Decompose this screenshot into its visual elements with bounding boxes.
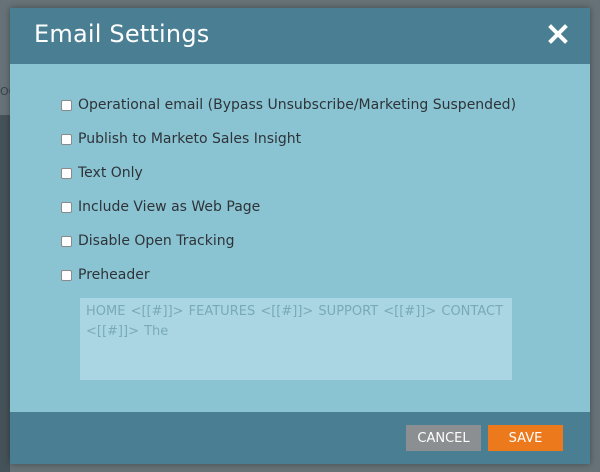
dialog-title: Email Settings [34, 20, 210, 48]
option-label: Publish to Marketo Sales Insight [78, 131, 302, 147]
option-label: Operational email (Bypass Unsubscribe/Ma… [78, 97, 517, 113]
dialog-header: Email Settings [10, 8, 590, 64]
disable-open-tracking-checkbox[interactable] [61, 235, 72, 247]
option-disable-open-tracking[interactable]: Disable Open Tracking [61, 231, 235, 251]
cancel-button[interactable]: CANCEL [406, 425, 481, 451]
option-operational-email[interactable]: Operational email (Bypass Unsubscribe/Ma… [61, 95, 516, 115]
email-settings-dialog: Email Settings Operational email (Bypass… [10, 8, 590, 464]
preheader-checkbox[interactable] [61, 269, 72, 281]
close-icon [548, 24, 568, 44]
dialog-footer: CANCEL SAVE [10, 412, 590, 464]
option-label: Preheader [78, 267, 150, 283]
dialog-body: Operational email (Bypass Unsubscribe/Ma… [10, 64, 590, 412]
option-preheader[interactable]: Preheader [61, 265, 150, 285]
view-as-web-page-checkbox[interactable] [61, 201, 72, 213]
option-label: Include View as Web Page [78, 199, 261, 215]
close-button[interactable] [548, 24, 568, 44]
publish-sales-insight-checkbox[interactable] [61, 133, 72, 145]
operational-email-checkbox[interactable] [61, 99, 72, 111]
option-publish-sales-insight[interactable]: Publish to Marketo Sales Insight [61, 129, 301, 149]
option-text-only[interactable]: Text Only [61, 163, 143, 183]
save-button[interactable]: SAVE [488, 425, 563, 451]
option-label: Disable Open Tracking [78, 233, 235, 249]
option-label: Text Only [78, 165, 143, 181]
text-only-checkbox[interactable] [61, 167, 72, 179]
option-view-as-web-page[interactable]: Include View as Web Page [61, 197, 260, 217]
preheader-textarea[interactable]: HOME <[[#]]> FEATURES <[[#]]> SUPPORT <[… [80, 298, 512, 380]
